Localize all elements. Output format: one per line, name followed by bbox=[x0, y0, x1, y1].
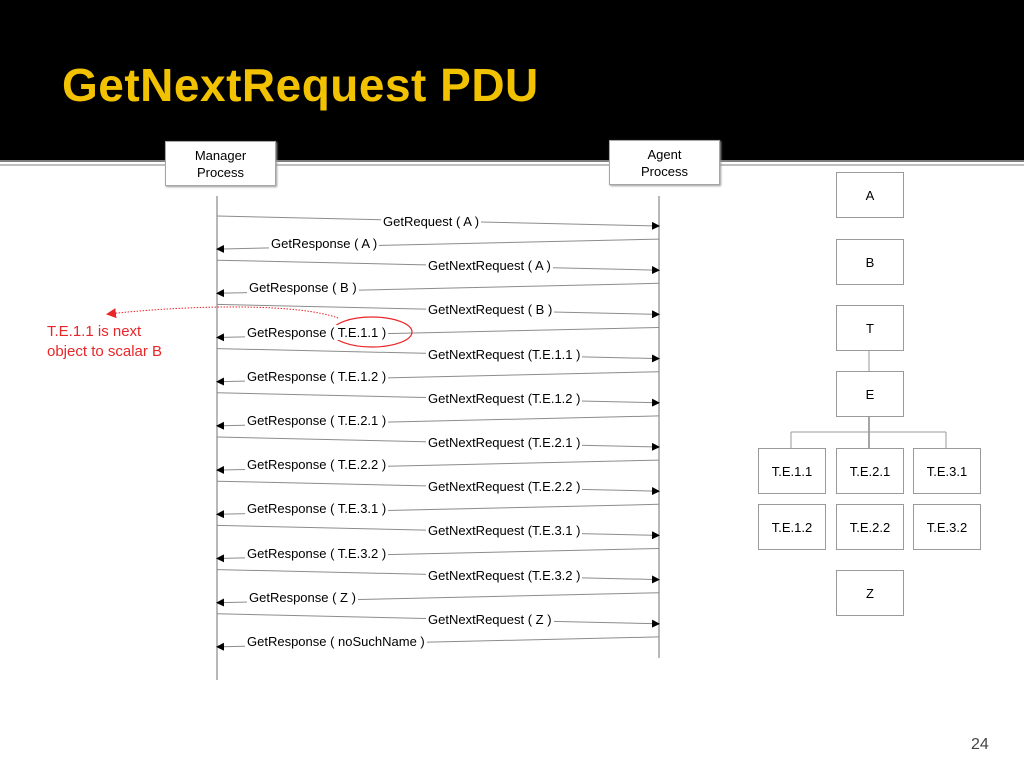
tree-node-te21: T.E.2.1 bbox=[836, 448, 904, 494]
agent-process-label: Agent Process bbox=[641, 146, 688, 179]
request-message-label: GetNextRequest ( B ) bbox=[426, 302, 555, 318]
tree-node-e: E bbox=[836, 371, 904, 417]
request-message-label: GetNextRequest (T.E.3.1 ) bbox=[426, 523, 583, 539]
tree-node-label: T.E.1.2 bbox=[771, 519, 813, 535]
tree-node-label: T.E.2.2 bbox=[849, 519, 891, 535]
response-message-label: GetResponse ( noSuchName ) bbox=[245, 633, 427, 649]
request-message-label: GetNextRequest (T.E.2.2 ) bbox=[426, 479, 583, 495]
tree-node-te22: T.E.2.2 bbox=[836, 504, 904, 550]
request-message-label: GetNextRequest (T.E.1.1 ) bbox=[426, 346, 583, 362]
tree-node-label: T.E.1.1 bbox=[771, 463, 813, 479]
tree-node-t: T bbox=[836, 305, 904, 351]
tree-node-label: Z bbox=[866, 585, 874, 601]
annotation-line-1: T.E.1.1 is next bbox=[47, 323, 142, 340]
tree-node-label: T bbox=[866, 320, 874, 336]
tree-node-te11: T.E.1.1 bbox=[758, 448, 826, 494]
tree-node-label: B bbox=[865, 254, 875, 270]
request-message-label: GetNextRequest ( Z ) bbox=[426, 611, 554, 627]
response-message-label: GetResponse ( T.E.2.2 ) bbox=[245, 457, 389, 473]
tree-node-b: B bbox=[836, 239, 904, 285]
request-message-label: GetNextRequest ( A ) bbox=[426, 258, 553, 274]
agent-process-box: Agent Process bbox=[609, 140, 720, 185]
annotation-note: T.E.1.1 is next object to scalar B bbox=[47, 322, 162, 362]
response-message-label: GetResponse ( T.E.3.1 ) bbox=[245, 501, 389, 517]
response-message-label: GetResponse ( T.E.1.2 ) bbox=[245, 368, 389, 384]
response-message-label: GetResponse ( T.E.1.1 ) bbox=[245, 324, 389, 340]
tree-node-label: A bbox=[865, 187, 875, 203]
tree-node-label: T.E.2.1 bbox=[849, 463, 891, 479]
tree-node-z: Z bbox=[836, 570, 904, 616]
response-message-label: GetResponse ( T.E.2.1 ) bbox=[245, 412, 389, 428]
request-message-label: GetRequest ( A ) bbox=[381, 214, 482, 229]
tree-node-te32: T.E.3.2 bbox=[913, 504, 981, 550]
manager-process-label: Manager Process bbox=[194, 147, 247, 180]
response-message-label: GetResponse ( T.E.3.2 ) bbox=[245, 545, 389, 561]
annotation-arrow bbox=[106, 306, 339, 319]
tree-node-label: T.E.3.1 bbox=[926, 463, 968, 479]
tree-node-label: T.E.3.2 bbox=[926, 519, 968, 535]
response-message-label: GetResponse ( A ) bbox=[269, 236, 380, 252]
tree-node-te12: T.E.1.2 bbox=[758, 504, 826, 550]
request-message-label: GetNextRequest (T.E.2.1 ) bbox=[426, 435, 583, 450]
response-message-label: GetResponse ( Z ) bbox=[247, 589, 358, 605]
manager-process-box: Manager Process bbox=[165, 141, 276, 186]
tree-node-label: E bbox=[865, 386, 875, 402]
request-message-label: GetNextRequest (T.E.3.2 ) bbox=[426, 567, 583, 583]
tree-node-te31: T.E.3.1 bbox=[913, 448, 981, 494]
request-message-label: GetNextRequest (T.E.1.2 ) bbox=[426, 390, 583, 406]
tree-node-a: A bbox=[836, 172, 904, 218]
page-number: 24 bbox=[971, 736, 989, 753]
response-message-label: GetResponse ( B ) bbox=[247, 280, 359, 296]
annotation-line-2: object to scalar B bbox=[47, 343, 163, 360]
